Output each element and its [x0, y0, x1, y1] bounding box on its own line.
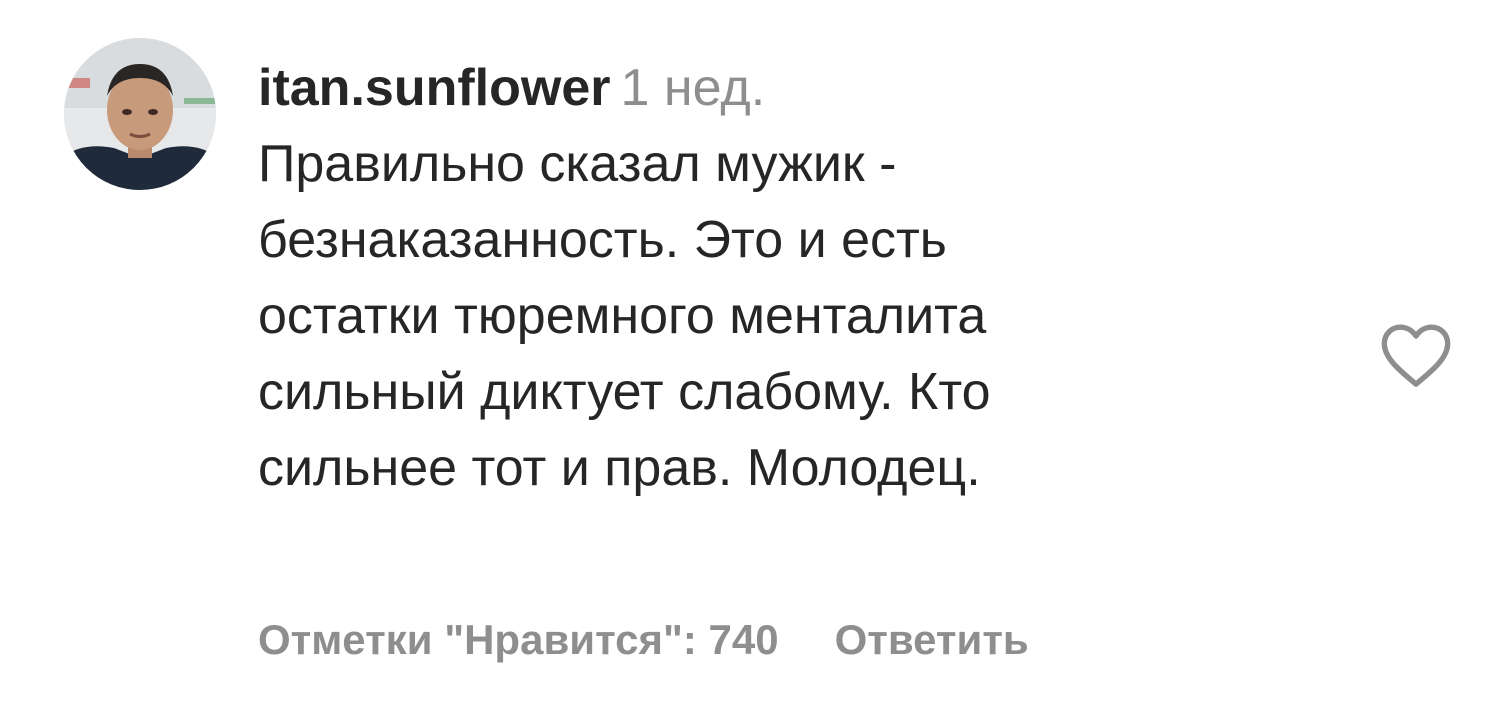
like-button[interactable]: [1378, 320, 1454, 390]
username-link[interactable]: itan.sunflower: [258, 59, 610, 117]
comment-header: itan.sunflower 1 нед.: [258, 50, 1338, 126]
comment-actions: Отметки "Нравится": 740 Ответить: [258, 612, 1029, 668]
comment-text-line: безнаказанность. Это и есть: [258, 211, 947, 269]
comment-timestamp[interactable]: 1 нед.: [620, 59, 765, 117]
comment-body: itan.sunflower 1 нед. Правильно сказал му…: [258, 50, 1338, 506]
comment-text-line: Правильно сказал мужик -: [258, 135, 897, 193]
comment-text-line: остатки тюремного менталита: [258, 287, 987, 345]
avatar-photo: [64, 38, 216, 190]
avatar[interactable]: [64, 38, 216, 190]
heart-outline-icon: [1381, 324, 1451, 387]
reply-button[interactable]: Ответить: [835, 616, 1029, 663]
comment-text: Правильно сказал мужик - безнаказанность…: [258, 126, 1218, 506]
comment: itan.sunflower 1 нед. Правильно сказал му…: [0, 0, 1500, 703]
likes-count-link[interactable]: Отметки "Нравится": 740: [258, 616, 779, 663]
comment-text-line: сильнее тот и прав. Молодец.: [258, 439, 981, 497]
comment-text-line: сильный диктует слабому. Кто: [258, 363, 991, 421]
